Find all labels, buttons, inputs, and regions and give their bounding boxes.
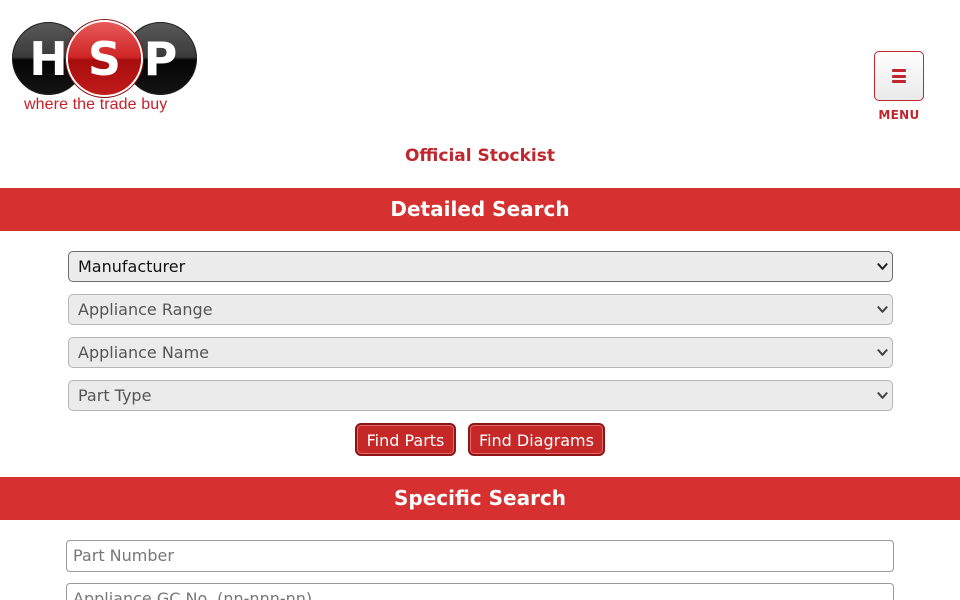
find-diagrams-button[interactable]: Find Diagrams: [468, 423, 605, 456]
chevron-down-icon: [877, 306, 888, 313]
logo-letter-s: S: [68, 22, 141, 95]
appliance-name-select[interactable]: Appliance Name: [68, 337, 893, 368]
part-type-select-value: Part Type: [78, 386, 152, 405]
find-parts-button[interactable]: Find Parts: [355, 423, 456, 456]
menu-control[interactable]: MENU: [874, 51, 924, 122]
appliance-gc-number-input[interactable]: Appliance GC No. (nn-nnn-nn): [66, 583, 894, 600]
manufacturer-select-value: Manufacturer: [78, 257, 186, 276]
site-header: H S P where the trade buy MENU: [0, 0, 960, 140]
logo-circles: H S P: [11, 20, 201, 96]
detailed-search-heading: Detailed Search: [0, 188, 960, 231]
official-stockist-heading: Official Stockist: [404, 146, 556, 166]
appliance-range-select[interactable]: Appliance Range: [68, 294, 893, 325]
specific-search-heading: Specific Search: [0, 477, 960, 520]
part-number-input[interactable]: Part Number: [66, 540, 894, 572]
manufacturer-select[interactable]: Manufacturer: [68, 251, 893, 282]
appliance-name-select-value: Appliance Name: [78, 343, 210, 362]
part-type-select[interactable]: Part Type: [68, 380, 893, 411]
chevron-down-icon: [877, 349, 888, 356]
chevron-down-icon: [877, 392, 888, 399]
appliance-range-select-value: Appliance Range: [78, 300, 213, 319]
chevron-down-icon: [877, 263, 888, 270]
hamburger-icon: [892, 69, 906, 83]
hsp-logo[interactable]: H S P where the trade buy: [11, 20, 201, 120]
menu-label: MENU: [878, 108, 920, 122]
logo-tagline: where the trade buy: [24, 96, 168, 113]
menu-button[interactable]: [874, 51, 924, 101]
